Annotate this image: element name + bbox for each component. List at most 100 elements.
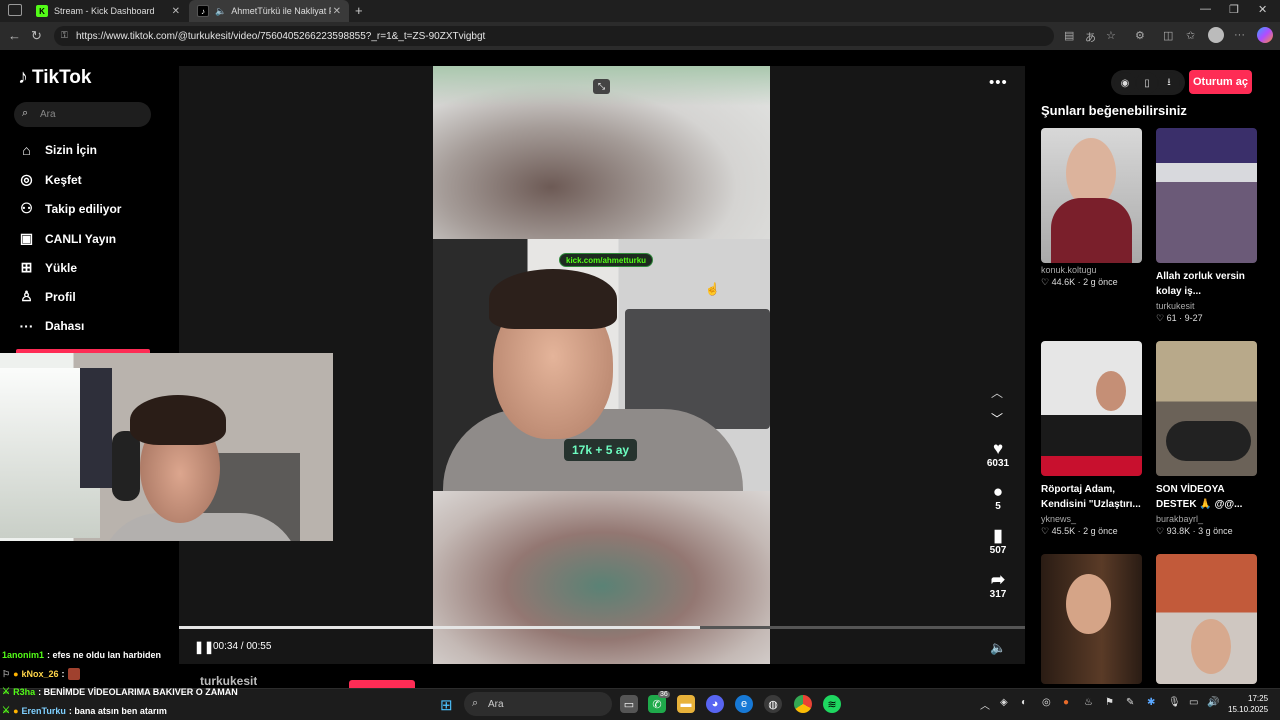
logo-text: TikTok — [32, 66, 92, 88]
system-clock[interactable]: 17:25 15.10.2025 — [1228, 693, 1268, 715]
refresh-icon[interactable]: ↻ — [31, 28, 42, 44]
microphone-icon[interactable]: 🎙 — [1168, 697, 1181, 708]
edge-icon[interactable]: e — [735, 695, 753, 713]
card-user[interactable]: burakbayrl_ — [1156, 514, 1257, 524]
cursor-hand-icon: ☝ — [705, 282, 720, 296]
url-input[interactable]: ⚿ https://www.tiktok.com/@turkukesit/vid… — [54, 26, 1054, 46]
video-thumbnail[interactable] — [1156, 128, 1257, 263]
pen-icon[interactable]: ✎ — [1126, 697, 1134, 708]
streamer-webcam-overlay — [0, 353, 333, 541]
card-title[interactable]: SON VİDEOYA DESTEK 🙏 @@... — [1156, 482, 1257, 512]
obs-icon[interactable]: ◍ — [764, 695, 782, 713]
notification-badge: 36 — [658, 691, 670, 698]
coins-icon[interactable]: ◉ — [1114, 72, 1136, 94]
recommended-video-card[interactable]: Röportaj Adam, Kendisini "Uzlaştırı... y… — [1041, 341, 1142, 537]
task-view-icon[interactable]: ▭ — [620, 695, 638, 713]
sidebar-item-label: Dahası — [45, 319, 85, 333]
sidebar-item-live[interactable]: ▣ CANLI Yayın — [18, 230, 116, 247]
avatar[interactable] — [1208, 27, 1224, 43]
minimize-icon[interactable]: — — [1200, 3, 1211, 15]
card-meta: ♡ 45.5K · 2 g önce — [1041, 526, 1118, 536]
video-frame[interactable]: kick.com/ahmetturku 17k + 5 ay — [433, 66, 770, 664]
spotify-icon[interactable]: ≋ — [823, 695, 841, 713]
browser-menu-icon[interactable]: ··· — [1234, 29, 1245, 41]
windows-start-icon[interactable]: ⊞ — [440, 696, 453, 714]
curtain — [80, 368, 112, 488]
time-display: 00:34 / 00:55 — [213, 641, 272, 652]
phone-app-icon[interactable]: ▯ — [1136, 72, 1158, 94]
split-screen-icon[interactable]: ◫ — [1163, 29, 1173, 42]
pause-icon[interactable]: ❚❚ — [194, 640, 214, 654]
tab-actions-icon[interactable] — [8, 4, 22, 16]
clock-time: 17:25 — [1248, 694, 1269, 703]
tiktok-logo[interactable]: ♪ TikTok — [18, 66, 91, 89]
back-icon[interactable]: ← — [8, 28, 21, 43]
sidebar-item-for-you[interactable]: ⌂ Sizin İçin — [18, 142, 97, 158]
video-thumbnail[interactable] — [1041, 554, 1142, 684]
read-mode-icon[interactable]: ▤ — [1064, 29, 1074, 42]
login-button[interactable]: Oturum aç — [1189, 70, 1252, 94]
speaker-icon[interactable]: 🔊 — [1207, 697, 1219, 708]
site-info-icon[interactable]: ⚿ — [61, 30, 68, 41]
video-thumbnail[interactable] — [1041, 341, 1142, 476]
tray-app-icon[interactable]: ◐ — [1021, 697, 1027, 708]
tray-app-icon[interactable]: ⚑ — [1105, 697, 1114, 708]
like-button[interactable]: ♥ 6031 — [984, 440, 1012, 470]
card-user[interactable]: yknews_ — [1041, 514, 1142, 524]
sub-badge-icon: ● — [13, 705, 19, 716]
tray-app-icon[interactable]: ◈ — [1000, 697, 1008, 708]
emote-icon — [67, 668, 80, 680]
mini-player-icon[interactable]: ⤡ — [593, 79, 610, 94]
download-icon[interactable]: ⭳ — [1158, 72, 1180, 94]
tray-app-icon[interactable]: ● — [1063, 697, 1069, 708]
video-thumbnail[interactable] — [1041, 128, 1142, 263]
previous-video-icon[interactable]: ︿ — [991, 384, 1003, 401]
tab-kick-dashboard[interactable]: K Stream - Kick Dashboard ✕ — [28, 0, 188, 22]
file-explorer-icon[interactable]: ▬ — [677, 695, 695, 713]
search-input[interactable]: ⌕ Ara — [14, 102, 151, 127]
steam-icon[interactable]: ♨ — [1084, 697, 1093, 708]
discord-icon[interactable]: ◕ — [706, 695, 724, 713]
card-user[interactable]: konuk.koltugu — [1041, 265, 1142, 275]
close-tab-icon[interactable]: ✕ — [333, 6, 341, 17]
bluetooth-icon[interactable]: ✱ — [1147, 697, 1155, 708]
next-video-icon[interactable]: ﹀ — [991, 410, 1003, 427]
recommended-video-card[interactable]: SON VİDEOYA DESTEK 🙏 @@... burakbayrl_ ♡… — [1156, 341, 1257, 537]
close-tab-icon[interactable]: ✕ — [172, 6, 180, 17]
extensions-icon[interactable]: ⚙ — [1135, 29, 1145, 42]
recommended-video-card[interactable] — [1156, 554, 1257, 684]
card-title[interactable]: Röportaj Adam, Kendisini "Uzlaştırı... — [1041, 482, 1142, 512]
translate-icon[interactable]: あ — [1085, 29, 1096, 45]
share-button[interactable]: ➦ 317 — [984, 571, 1012, 601]
sidebar-item-explore[interactable]: ◎ Keşfet — [18, 171, 81, 188]
favorites-icon[interactable]: ✩ — [1186, 29, 1195, 42]
close-window-icon[interactable]: ✕ — [1258, 3, 1267, 16]
sidebar-item-profile[interactable]: ♙ Profil — [18, 288, 75, 305]
sidebar-item-more[interactable]: ··· Dahası — [18, 318, 85, 334]
favorite-star-icon[interactable]: ☆ — [1106, 29, 1116, 42]
copilot-icon[interactable] — [1257, 27, 1273, 43]
save-button[interactable]: ▮ 507 — [984, 527, 1012, 557]
sidebar-item-upload[interactable]: ⊞ Yükle — [18, 259, 77, 276]
video-thumbnail[interactable] — [1156, 554, 1257, 684]
tab-tiktok-video[interactable]: ♪ 🔈 AhmetTürkü ile Nakliyat Pazı ✕ — [189, 0, 349, 22]
card-user[interactable]: turkukesit — [1156, 301, 1257, 311]
home-icon: ⌂ — [22, 142, 31, 158]
comment-button[interactable]: ● 5 — [984, 483, 1012, 513]
follow-button-partial[interactable] — [349, 680, 415, 688]
volume-icon[interactable]: 🔈 — [990, 640, 1006, 656]
network-icon[interactable]: ▭ — [1189, 697, 1198, 708]
card-title[interactable]: Allah zorluk versin kolay iş... — [1156, 269, 1257, 299]
video-thumbnail[interactable] — [1156, 341, 1257, 476]
recommended-video-card[interactable]: Allah zorluk versin kolay iş... turkukes… — [1156, 128, 1257, 324]
restore-icon[interactable]: ❐ — [1229, 3, 1239, 16]
new-tab-button[interactable]: + — [355, 3, 363, 18]
chrome-icon[interactable] — [794, 695, 812, 713]
taskbar-search-input[interactable]: ⌕ Ara — [464, 692, 612, 716]
sidebar-item-following[interactable]: ⚇ Takip ediliyor — [18, 200, 121, 217]
tray-overflow-icon[interactable]: ︿ — [980, 697, 990, 712]
more-options-icon[interactable]: ••• — [989, 74, 1008, 91]
tray-app-icon[interactable]: ◎ — [1042, 697, 1051, 708]
recommended-video-card[interactable]: konuk.koltugu ♡ 44.6K · 2 g önce — [1041, 128, 1142, 288]
recommended-video-card[interactable] — [1041, 554, 1142, 684]
